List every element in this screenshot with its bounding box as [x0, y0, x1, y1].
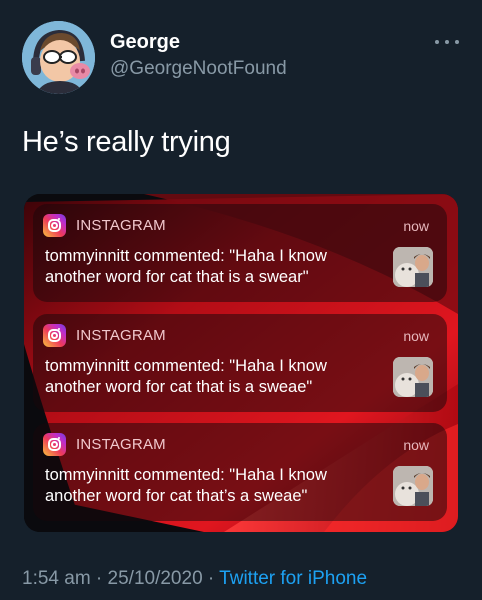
- notification-app-name: INSTAGRAM: [76, 436, 166, 453]
- notification-time: now: [403, 218, 429, 234]
- tweet-media[interactable]: INSTAGRAM now tommyinnitt commented: "Ha…: [24, 194, 458, 532]
- tweet-timestamp[interactable]: 1:54 am · 25/10/2020 ·: [22, 568, 219, 589]
- notification-thumbnail: [393, 357, 433, 397]
- avatar-image: [22, 21, 95, 94]
- handle[interactable]: @GeorgeNootFound: [110, 58, 287, 80]
- notification-card[interactable]: INSTAGRAM now tommyinnitt commented: "Ha…: [33, 423, 447, 521]
- notification-message: tommyinnitt commented: "Haha I know anot…: [45, 466, 327, 505]
- notification-thumbnail: [393, 466, 433, 506]
- tweet-metadata: 1:54 am · 25/10/2020 · Twitter for iPhon…: [22, 568, 367, 590]
- display-name[interactable]: George: [110, 31, 180, 54]
- notification-card[interactable]: INSTAGRAM now tommyinnitt commented: "Ha…: [33, 314, 447, 412]
- avatar[interactable]: [22, 21, 95, 94]
- more-dots-icon[interactable]: [432, 32, 462, 52]
- notification-message: tommyinnitt commented: "Haha I know anot…: [45, 247, 327, 286]
- tweet-text: He’s really trying: [22, 126, 231, 158]
- notification-time: now: [403, 437, 429, 453]
- notification-app-name: INSTAGRAM: [76, 217, 166, 234]
- tweet-source-link[interactable]: Twitter for iPhone: [219, 568, 367, 589]
- instagram-icon: [43, 324, 66, 347]
- notification-thumbnail: [393, 247, 433, 287]
- notification-card[interactable]: INSTAGRAM now tommyinnitt commented: "Ha…: [33, 204, 447, 302]
- notification-time: now: [403, 328, 429, 344]
- notification-message: tommyinnitt commented: "Haha I know anot…: [45, 357, 327, 396]
- notification-app-name: INSTAGRAM: [76, 327, 166, 344]
- instagram-icon: [43, 433, 66, 456]
- instagram-icon: [43, 214, 66, 237]
- tweet: George @GeorgeNootFound He’s really tryi…: [0, 0, 482, 600]
